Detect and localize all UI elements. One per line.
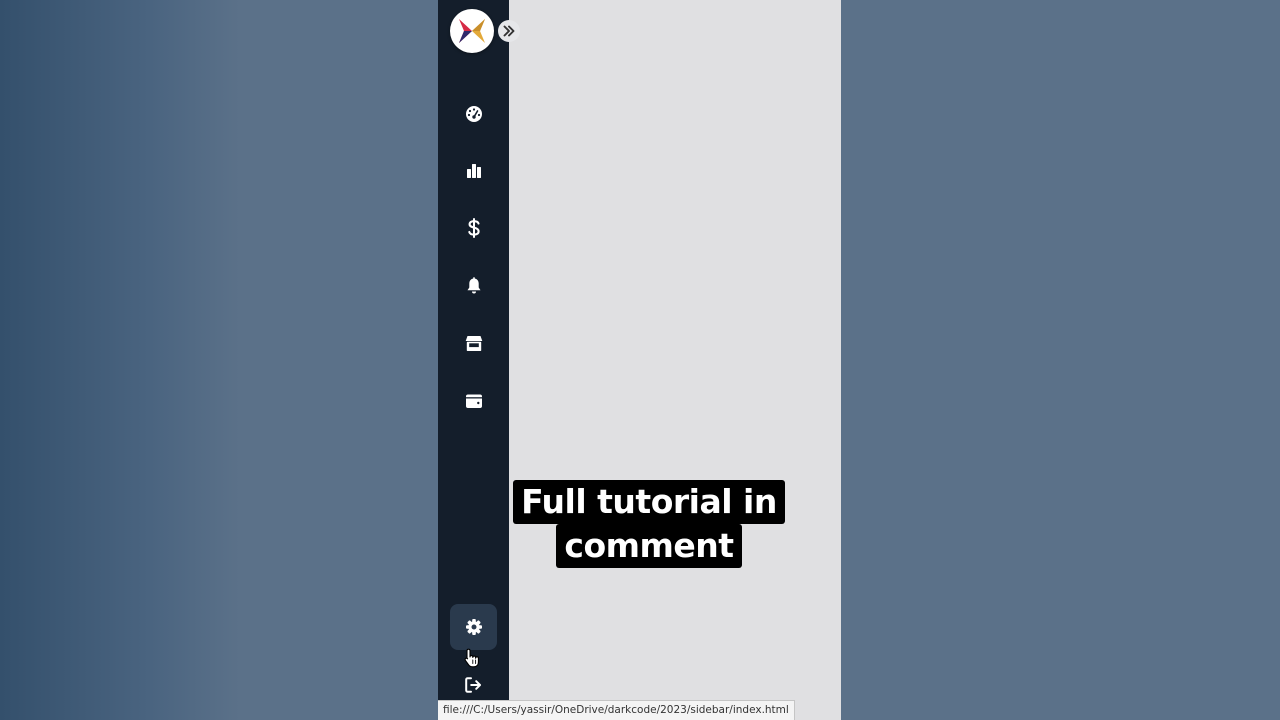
gear-icon — [465, 619, 482, 635]
sidebar-toggle-button[interactable] — [498, 20, 520, 42]
browser-viewport: file:///C:/Users/yassir/OneDrive/darkcod… — [438, 0, 841, 720]
caption-line-2: comment — [556, 524, 742, 568]
chevrons-right-icon — [503, 25, 515, 37]
wallet-icon — [465, 394, 482, 408]
sidebar-item-settings[interactable] — [450, 604, 497, 650]
logout-icon — [465, 677, 481, 693]
sidebar-item-analytics[interactable] — [450, 148, 497, 194]
sidebar-item-dashboard[interactable] — [450, 91, 497, 137]
dollar-icon — [467, 218, 480, 238]
sidebar-item-wallet[interactable] — [450, 378, 497, 424]
bell-icon — [467, 277, 480, 294]
sidebar-item-store[interactable] — [450, 320, 497, 366]
caption-line-1: Full tutorial in — [513, 480, 785, 524]
sidebar — [438, 0, 520, 720]
bar-chart-icon — [466, 164, 481, 178]
sidebar-item-payments[interactable] — [450, 205, 497, 251]
browser-status-url: file:///C:/Users/yassir/OneDrive/darkcod… — [438, 700, 795, 720]
brand-logo-icon — [459, 19, 485, 43]
store-icon — [465, 335, 482, 351]
sidebar-item-notifications[interactable] — [450, 263, 497, 309]
gauge-icon — [465, 106, 482, 122]
main-content — [509, 0, 841, 720]
video-caption: Full tutorial in comment — [0, 480, 1280, 568]
brand-logo[interactable] — [450, 9, 494, 53]
hand-cursor-icon — [464, 648, 480, 673]
